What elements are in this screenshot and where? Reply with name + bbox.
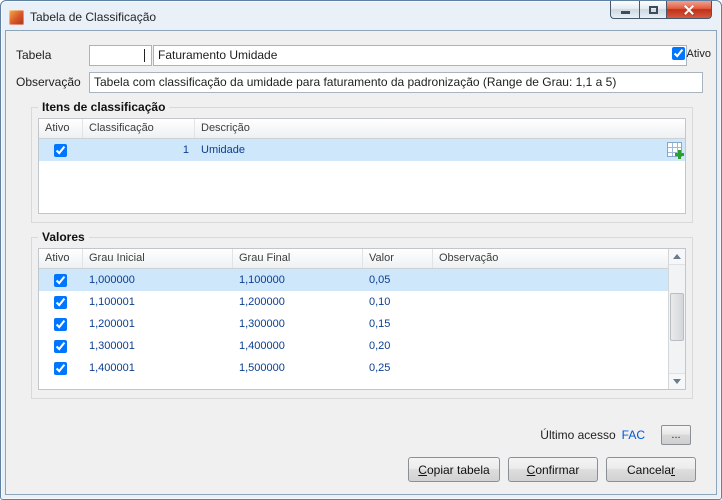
itens-col-descricao[interactable]: Descrição — [195, 119, 685, 138]
itens-row[interactable]: 1 Umidade — [39, 139, 685, 161]
app-icon — [9, 9, 24, 25]
itens-row-classificacao-cell: 1 — [182, 144, 189, 156]
itens-row-ativo-cell — [39, 143, 83, 157]
itens-grid: Ativo Classificação Descrição 1 Umidade — [38, 118, 686, 214]
ativo-checkbox[interactable] — [671, 47, 685, 60]
valores-row-grau-final-cell: 1,100000 — [239, 274, 285, 286]
itens-row-ativo-checkbox[interactable] — [53, 143, 67, 157]
tabela-label: Tabela — [16, 48, 52, 62]
valores-group-title: Valores — [38, 230, 89, 244]
window-controls — [610, 1, 712, 19]
valores-col-ativo[interactable]: Ativo — [39, 249, 83, 268]
valores-row-ativo-checkbox[interactable] — [53, 361, 67, 375]
scroll-up-button[interactable] — [669, 249, 685, 265]
itens-group-title: Itens de classificação — [38, 100, 170, 114]
valores-row-ativo-checkbox[interactable] — [53, 273, 67, 287]
restore-icon — [648, 5, 658, 14]
minimize-icon — [620, 11, 630, 14]
itens-groupbox: Itens de classificação Ativo Classificaç… — [31, 100, 693, 223]
valores-row-ativo-checkbox[interactable] — [53, 317, 67, 331]
scrollbar-thumb[interactable] — [670, 293, 684, 341]
valores-row-ativo-cell — [39, 361, 83, 375]
valores-row-valor-cell: 0,05 — [369, 274, 391, 286]
valores-row-ativo-cell — [39, 317, 83, 331]
confirmar-button[interactable]: Confirmar — [508, 457, 598, 482]
text-caret — [144, 49, 145, 62]
close-icon — [684, 5, 694, 15]
valores-col-grau-final[interactable]: Grau Final — [233, 249, 363, 268]
valores-row[interactable]: 1,100001 1,200000 0,10 — [39, 291, 668, 313]
valores-row-grau-inicial-cell: 1,000000 — [89, 274, 135, 286]
valores-grid: Ativo Grau Inicial Grau Final Valor Obse… — [38, 248, 686, 390]
ultimo-acesso-value: FAC — [621, 428, 645, 442]
valores-row-grau-inicial-cell: 1,100001 — [89, 296, 135, 308]
valores-row-ativo-cell — [39, 273, 83, 287]
valores-col-observacao[interactable]: Observação — [433, 249, 668, 268]
ativo-checkbox-label: Ativo — [686, 47, 711, 60]
valores-row-grau-final-cell: 1,300000 — [239, 318, 285, 330]
ultimo-acesso-row: Último acesso FAC ... — [540, 425, 691, 445]
valores-row-grau-inicial-cell: 1,200001 — [89, 318, 135, 330]
browse-button[interactable]: ... — [661, 425, 691, 445]
valores-grid-header: Ativo Grau Inicial Grau Final Valor Obse… — [39, 249, 668, 269]
ativo-checkbox-field[interactable]: Ativo — [671, 47, 711, 60]
valores-row[interactable]: 1,200001 1,300000 0,15 — [39, 313, 668, 335]
dialog-buttons: Copiar tabela Confirmar Cancelar — [408, 457, 696, 482]
valores-row-valor-cell: 0,20 — [369, 340, 391, 352]
valores-col-grau-inicial[interactable]: Grau Inicial — [83, 249, 233, 268]
valores-row-grau-inicial-cell: 1,400001 — [89, 362, 135, 374]
valores-row-grau-inicial-cell: 1,300001 — [89, 340, 135, 352]
arrow-down-icon — [673, 379, 681, 384]
valores-row[interactable]: 1,400001 1,500000 0,25 — [39, 357, 668, 379]
valores-row[interactable]: 1,000000 1,100000 0,05 — [39, 269, 668, 291]
close-button[interactable] — [666, 1, 712, 19]
tabela-code-input[interactable] — [89, 45, 152, 66]
restore-button[interactable] — [639, 1, 666, 19]
copiar-tabela-button[interactable]: Copiar tabela — [408, 457, 500, 482]
valores-row-valor-cell: 0,15 — [369, 318, 391, 330]
valores-row-ativo-checkbox[interactable] — [53, 339, 67, 353]
valores-groupbox: Valores Ativo Grau Inicial Grau Final Va… — [31, 230, 693, 399]
valores-row-valor-cell: 0,10 — [369, 296, 391, 308]
ultimo-acesso-label: Último acesso — [540, 428, 616, 442]
cancelar-button[interactable]: Cancelar — [606, 457, 696, 482]
dialog-window: Tabela de Classificação Tabela Faturamen… — [0, 0, 722, 500]
observacao-input[interactable]: Tabela com classificação da umidade para… — [89, 72, 703, 93]
valores-scrollbar[interactable] — [668, 249, 685, 389]
arrow-up-icon — [673, 254, 681, 259]
itens-col-classificacao[interactable]: Classificação — [83, 119, 195, 138]
observacao-label: Observação — [16, 75, 81, 89]
minimize-button[interactable] — [610, 1, 639, 19]
itens-row-descricao-cell: Umidade — [201, 144, 246, 156]
valores-row[interactable]: 1,300001 1,400000 0,20 — [39, 335, 668, 357]
valores-row-ativo-cell — [39, 295, 83, 309]
scroll-down-button[interactable] — [669, 373, 685, 389]
window-title: Tabela de Classificação — [30, 10, 157, 24]
valores-col-valor[interactable]: Valor — [363, 249, 433, 268]
itens-grid-header: Ativo Classificação Descrição — [39, 119, 685, 139]
itens-col-ativo[interactable]: Ativo — [39, 119, 83, 138]
valores-row-grau-final-cell: 1,400000 — [239, 340, 285, 352]
valores-row-ativo-cell — [39, 339, 83, 353]
tabela-name-input[interactable]: Faturamento Umidade — [153, 45, 687, 66]
valores-row-grau-final-cell: 1,200000 — [239, 296, 285, 308]
dialog-body: Tabela Faturamento Umidade Ativo Observa… — [5, 30, 717, 495]
valores-row-grau-final-cell: 1,500000 — [239, 362, 285, 374]
plus-icon — [675, 150, 684, 159]
add-item-icon[interactable] — [667, 142, 684, 159]
valores-row-ativo-checkbox[interactable] — [53, 295, 67, 309]
valores-row-valor-cell: 0,25 — [369, 362, 391, 374]
